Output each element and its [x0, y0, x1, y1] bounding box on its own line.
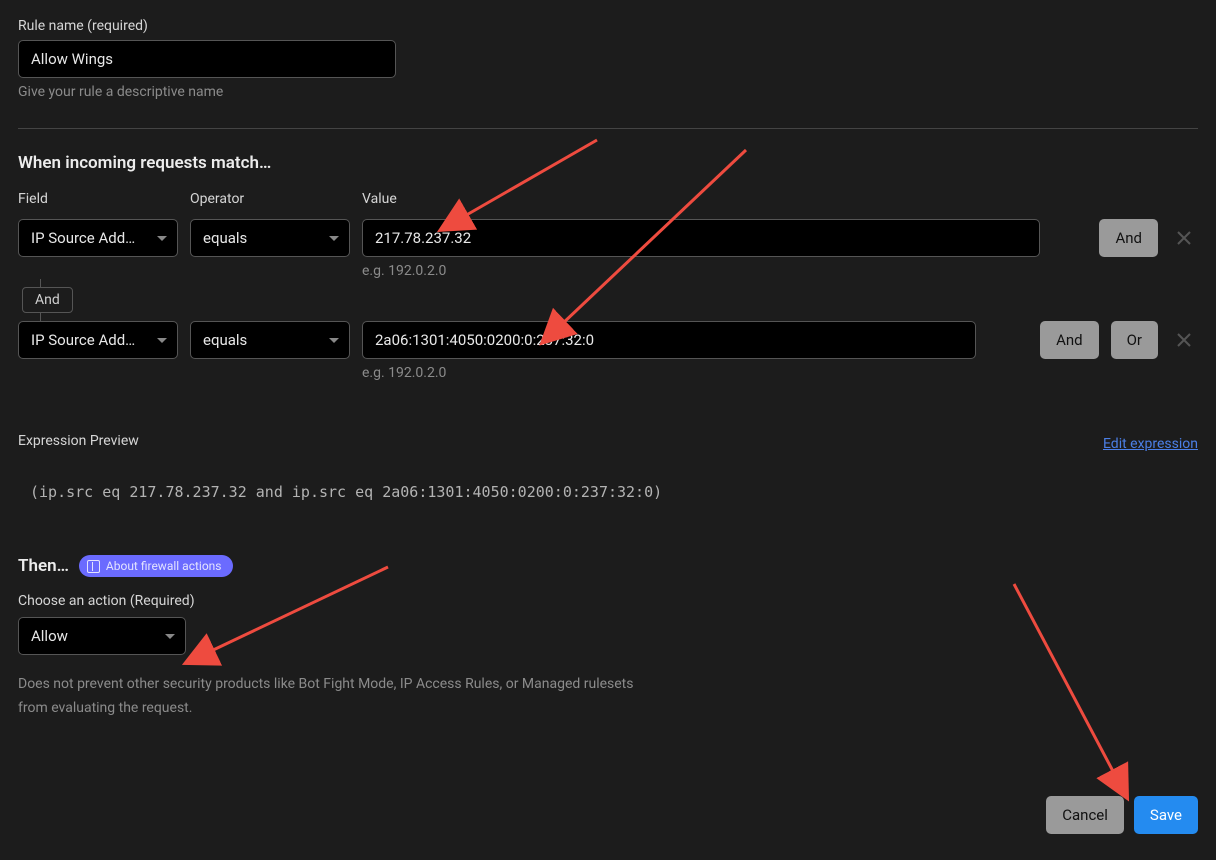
- action-label: Choose an action (Required): [18, 593, 1198, 609]
- value-placeholder-hint: e.g. 192.0.2.0: [362, 365, 1028, 381]
- rule-name-helper: Give your rule a descriptive name: [18, 84, 1198, 100]
- field-select[interactable]: IP Source Add…: [18, 321, 178, 359]
- action-select[interactable]: Allow: [18, 617, 186, 655]
- action-helper: Does not prevent other security products…: [18, 673, 658, 721]
- about-firewall-actions-pill[interactable]: About firewall actions: [79, 555, 234, 577]
- close-icon[interactable]: [1170, 219, 1198, 257]
- expression-code: (ip.src eq 217.78.237.32 and ip.src eq 2…: [30, 483, 1198, 501]
- chevron-down-icon: [329, 236, 339, 241]
- edit-expression-link[interactable]: Edit expression: [1103, 436, 1198, 452]
- book-icon: [87, 560, 100, 573]
- rule-name-input[interactable]: [18, 40, 396, 78]
- col-operator-label: Operator: [190, 191, 350, 207]
- and-button[interactable]: And: [1099, 219, 1158, 257]
- operator-select-value: equals: [203, 331, 247, 349]
- or-button[interactable]: Or: [1111, 321, 1158, 359]
- close-icon[interactable]: [1170, 321, 1198, 359]
- cancel-button[interactable]: Cancel: [1046, 796, 1124, 834]
- chain-badge: And: [22, 287, 73, 313]
- field-select-value: IP Source Add…: [31, 229, 135, 247]
- expression-preview-label: Expression Preview: [18, 433, 139, 449]
- then-heading: Then…: [18, 556, 69, 576]
- divider: [18, 128, 1198, 129]
- chevron-down-icon: [157, 338, 167, 343]
- operator-select[interactable]: equals: [190, 321, 350, 359]
- operator-select-value: equals: [203, 229, 247, 247]
- conditions-heading: When incoming requests match…: [18, 153, 1198, 173]
- field-select[interactable]: IP Source Add…: [18, 219, 178, 257]
- annotation-arrows: [0, 0, 1216, 860]
- col-field-label: Field: [18, 191, 178, 207]
- field-select-value: IP Source Add…: [31, 331, 135, 349]
- condition-row: IP Source Add… equals e.g. 192.0.2.0 And: [18, 219, 1198, 279]
- chevron-down-icon: [329, 338, 339, 343]
- value-input[interactable]: [362, 321, 976, 359]
- save-button[interactable]: Save: [1134, 796, 1198, 834]
- value-input[interactable]: [362, 219, 1040, 257]
- value-placeholder-hint: e.g. 192.0.2.0: [362, 263, 1087, 279]
- action-select-value: Allow: [31, 627, 68, 645]
- chevron-down-icon: [165, 634, 175, 639]
- condition-row: IP Source Add… equals e.g. 192.0.2.0 And…: [18, 321, 1198, 381]
- rule-name-label: Rule name (required): [18, 18, 1198, 34]
- pill-label: About firewall actions: [106, 559, 222, 573]
- col-value-label: Value: [362, 191, 1198, 207]
- and-button[interactable]: And: [1040, 321, 1099, 359]
- operator-select[interactable]: equals: [190, 219, 350, 257]
- chain-line: [40, 313, 41, 321]
- chevron-down-icon: [157, 236, 167, 241]
- chain-line: [40, 279, 41, 287]
